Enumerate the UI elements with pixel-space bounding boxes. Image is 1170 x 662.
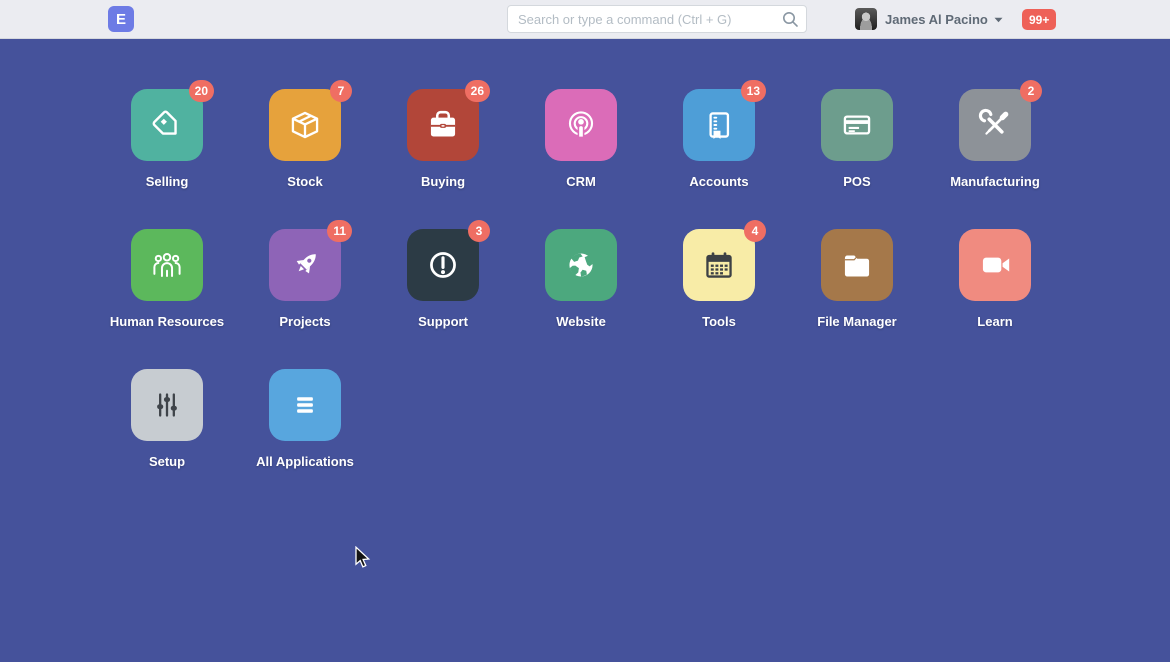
module-tile <box>545 229 617 301</box>
module-label: Human Resources <box>110 314 224 329</box>
module-learn[interactable]: Learn <box>926 229 1064 369</box>
module-label: CRM <box>566 174 596 189</box>
module-tile <box>131 369 203 441</box>
module-tile: 11 <box>269 229 341 301</box>
module-label: Accounts <box>689 174 748 189</box>
user-name: James Al Pacino <box>885 12 988 27</box>
module-accounts[interactable]: 13 Accounts <box>650 89 788 229</box>
module-label: All Applications <box>256 454 354 469</box>
module-crm[interactable]: CRM <box>512 89 650 229</box>
menu-icon <box>284 384 326 426</box>
credit-card-icon <box>836 104 878 146</box>
calendar-icon <box>698 244 740 286</box>
module-stock[interactable]: 7 Stock <box>236 89 374 229</box>
module-count-badge: 11 <box>327 220 352 242</box>
app-logo[interactable]: E <box>108 6 134 32</box>
module-manufacturing[interactable]: 2 Manufacturing <box>926 89 1064 229</box>
wrench-screwdriver-icon <box>974 104 1016 146</box>
module-support[interactable]: 3 Support <box>374 229 512 369</box>
module-count-badge: 20 <box>189 80 214 102</box>
module-selling[interactable]: 20 Selling <box>98 89 236 229</box>
globe-icon <box>560 244 602 286</box>
module-all-applications[interactable]: All Applications <box>236 369 374 509</box>
module-count-badge: 2 <box>1020 80 1042 102</box>
module-count-badge: 3 <box>468 220 490 242</box>
notifications-badge[interactable]: 99+ <box>1022 9 1056 30</box>
search-icon <box>781 10 799 33</box>
briefcase-icon <box>422 104 464 146</box>
ledger-icon <box>698 104 740 146</box>
box-icon <box>284 104 326 146</box>
module-tile: 3 <box>407 229 479 301</box>
module-label: Selling <box>146 174 189 189</box>
module-tile: 7 <box>269 89 341 161</box>
module-label: Learn <box>977 314 1012 329</box>
module-tile: 26 <box>407 89 479 161</box>
module-setup[interactable]: Setup <box>98 369 236 509</box>
module-tile <box>821 89 893 161</box>
module-tile <box>269 369 341 441</box>
alert-circle-icon <box>422 244 464 286</box>
module-tile <box>545 89 617 161</box>
module-count-badge: 7 <box>330 80 352 102</box>
module-tile <box>959 229 1031 301</box>
sliders-icon <box>146 384 188 426</box>
rocket-icon <box>284 244 326 286</box>
module-label: Stock <box>287 174 322 189</box>
module-label: Website <box>556 314 606 329</box>
tag-icon <box>146 104 188 146</box>
module-count-badge: 13 <box>741 80 766 102</box>
module-tile <box>131 229 203 301</box>
module-label: POS <box>843 174 870 189</box>
module-label: Setup <box>149 454 185 469</box>
module-label: Tools <box>702 314 736 329</box>
module-tile: 13 <box>683 89 755 161</box>
search-input[interactable] <box>507 5 807 33</box>
module-label: Buying <box>421 174 465 189</box>
video-camera-icon <box>974 244 1016 286</box>
module-pos[interactable]: POS <box>788 89 926 229</box>
module-buying[interactable]: 26 Buying <box>374 89 512 229</box>
top-navbar: E James Al Pacino 99+ <box>0 0 1170 39</box>
module-file-manager[interactable]: File Manager <box>788 229 926 369</box>
mouse-cursor <box>354 546 371 576</box>
chevron-down-icon <box>994 10 1003 28</box>
module-tile: 2 <box>959 89 1031 161</box>
global-search <box>507 5 807 33</box>
module-count-badge: 26 <box>465 80 490 102</box>
module-human-resources[interactable]: Human Resources <box>98 229 236 369</box>
module-tile: 4 <box>683 229 755 301</box>
folder-icon <box>836 244 878 286</box>
module-tools[interactable]: 4 Tools <box>650 229 788 369</box>
module-tile <box>821 229 893 301</box>
user-avatar <box>855 8 877 30</box>
module-count-badge: 4 <box>744 220 766 242</box>
module-label: Projects <box>279 314 330 329</box>
module-tile: 20 <box>131 89 203 161</box>
user-menu[interactable]: James Al Pacino <box>855 0 1003 38</box>
module-grid: 20 Selling 7 Stock 26 Buying CRM 13 Accounts POS 2… <box>98 89 1064 509</box>
module-website[interactable]: Website <box>512 229 650 369</box>
module-label: File Manager <box>817 314 896 329</box>
broadcast-icon <box>560 104 602 146</box>
module-label: Support <box>418 314 468 329</box>
module-label: Manufacturing <box>950 174 1040 189</box>
module-projects[interactable]: 11 Projects <box>236 229 374 369</box>
people-icon <box>146 244 188 286</box>
